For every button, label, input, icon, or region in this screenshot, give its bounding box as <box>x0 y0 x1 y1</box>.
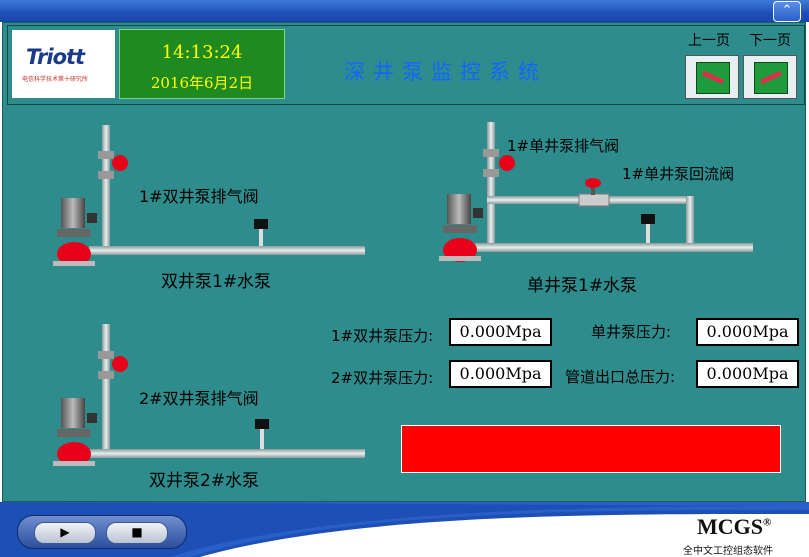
pipe-diagram <box>53 122 753 466</box>
outlet-pressure-value: 0.000Mpa <box>696 360 799 388</box>
alarm-indicator <box>401 425 781 473</box>
single-pump-label: 单井泵1#水泵 <box>527 276 638 296</box>
playback-controls: ▶ ■ <box>17 515 187 549</box>
pump1-valve-label: 1#双井泵排气阀 <box>139 187 259 206</box>
pump1-pressure-label: 1#双井泵压力: <box>331 327 434 345</box>
pump1-pressure-value: 0.000Mpa <box>449 318 552 346</box>
single-pump-pressure-value: 0.000Mpa <box>696 318 799 346</box>
single-pump-valve-label: 1#单井泵排气阀 <box>507 137 620 155</box>
outlet-pressure-label: 管道出口总压力: <box>565 368 676 386</box>
main-panel: Triott 电信科学技术第十研究所 14:13:24 2016年6月2日 深井… <box>2 22 806 502</box>
stop-button[interactable]: ■ <box>106 522 168 544</box>
play-button[interactable]: ▶ <box>34 522 96 544</box>
pump2-label: 双井泵2#水泵 <box>149 471 260 491</box>
pump2-pressure-label: 2#双井泵压力: <box>331 369 434 387</box>
pump2-valve-label: 2#双井泵排气阀 <box>139 389 259 408</box>
single-pump-pressure-label: 单井泵压力: <box>591 323 672 341</box>
mcgs-tagline: 全中文工控组态软件 <box>683 546 773 557</box>
pump2-pressure-value: 0.000Mpa <box>449 360 552 388</box>
pump1-label: 双井泵1#水泵 <box>161 272 272 292</box>
mcgs-logo: MCGS® <box>697 514 772 539</box>
single-pump-return-valve-label: 1#单井泵回流阀 <box>622 165 735 183</box>
